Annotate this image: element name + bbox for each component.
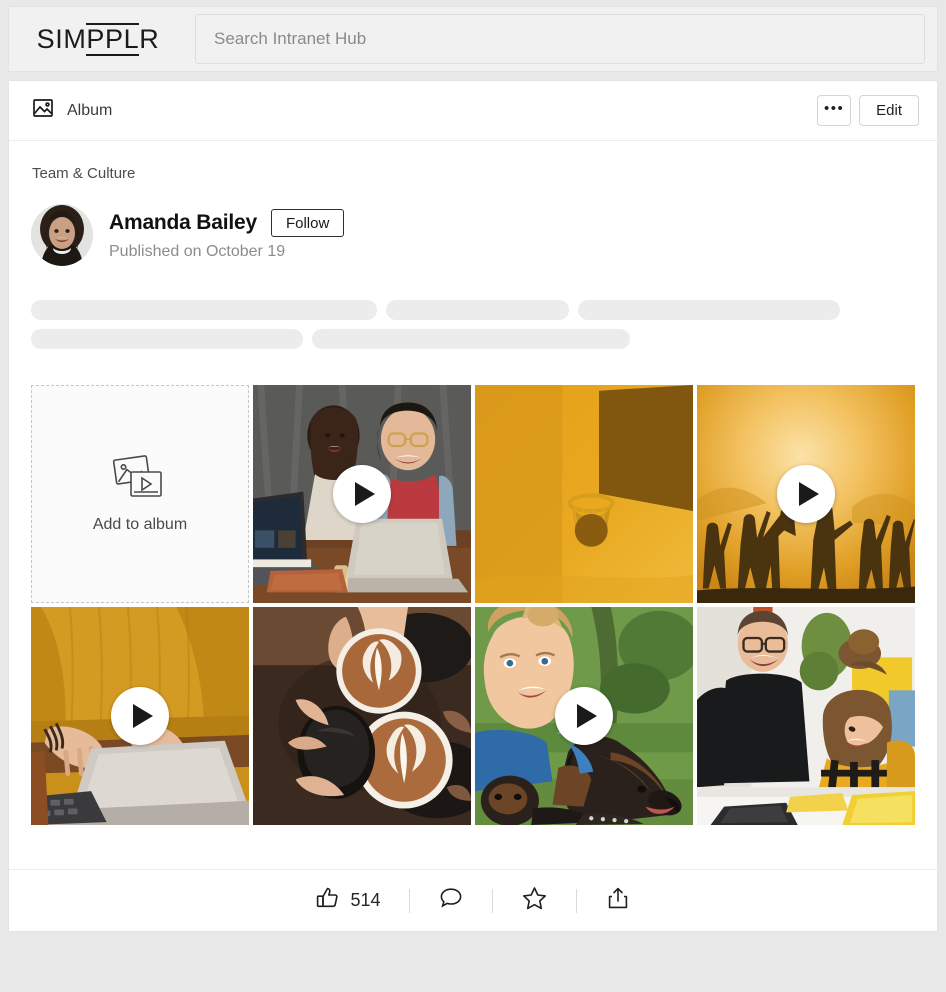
like-button[interactable]: 514	[287, 885, 408, 916]
more-options-button[interactable]: •••	[817, 95, 852, 126]
search-placeholder: Search Intranet Hub	[214, 29, 367, 48]
content-type: Album	[31, 96, 112, 125]
album-tile-dog[interactable]	[475, 607, 693, 825]
author-name-row: Amanda Bailey Follow	[109, 209, 345, 237]
play-icon[interactable]	[333, 465, 391, 523]
album-card: Album ••• Edit Team & Culture Amanda Bai…	[8, 80, 938, 932]
simpplr-logo[interactable]: SIM PPL R	[9, 7, 187, 71]
add-to-album-tile[interactable]: Add to album	[31, 385, 249, 603]
album-tile-office-pair[interactable]	[697, 607, 915, 825]
play-icon[interactable]	[111, 687, 169, 745]
published-date: Published on October 19	[109, 243, 286, 260]
comment-button[interactable]	[410, 885, 492, 916]
album-grid: Add to album	[31, 385, 915, 825]
album-card-header: Album ••• Edit	[9, 81, 937, 141]
skeleton-row	[31, 300, 915, 320]
skeleton-row	[31, 329, 915, 349]
author-name[interactable]: Amanda Bailey	[109, 211, 257, 235]
album-tile-image	[253, 607, 471, 825]
album-tile-typing[interactable]	[31, 607, 249, 825]
body-skeleton	[31, 300, 915, 349]
avatar[interactable]	[31, 204, 93, 266]
album-tile-image	[475, 385, 693, 603]
album-header-actions: ••• Edit	[817, 95, 919, 126]
author-row: Amanda Bailey Follow Published on Octobe…	[31, 204, 915, 266]
album-tile-image	[697, 607, 915, 825]
skeleton-bar	[31, 329, 303, 349]
favorite-button[interactable]	[493, 885, 576, 917]
play-icon[interactable]	[555, 687, 613, 745]
album-tile-laptop-pair[interactable]	[253, 385, 471, 603]
global-top-bar: SIM PPL R Search Intranet Hub	[8, 6, 938, 72]
comment-icon	[438, 885, 464, 916]
logo-prefix: SIM	[36, 23, 87, 54]
logo-suffix: R	[139, 23, 160, 54]
avatar-image	[31, 204, 93, 266]
share-icon	[605, 885, 631, 916]
album-tile-sunset-cheer[interactable]	[697, 385, 915, 603]
like-count: 514	[350, 890, 381, 910]
album-tile-coffee[interactable]	[253, 607, 471, 825]
skeleton-bar	[31, 300, 377, 320]
thumbs-up-icon	[315, 885, 341, 916]
album-card-body: Team & Culture Amanda Bailey Follow Publ…	[9, 141, 937, 825]
share-button[interactable]	[577, 885, 659, 916]
app-page: SIM PPL R Search Intranet Hub Album ••• E	[0, 0, 946, 992]
edit-button[interactable]: Edit	[859, 95, 919, 126]
breadcrumb[interactable]: Team & Culture	[32, 165, 915, 182]
play-icon[interactable]	[777, 465, 835, 523]
add-media-icon	[112, 454, 168, 502]
author-meta: Amanda Bailey Follow Published on Octobe…	[109, 209, 345, 261]
album-tile-basketball[interactable]	[475, 385, 693, 603]
follow-button[interactable]: Follow	[270, 209, 345, 237]
star-icon	[521, 885, 548, 917]
skeleton-bar	[578, 300, 840, 320]
logo-mark: PPL	[86, 22, 140, 56]
skeleton-bar	[312, 329, 630, 349]
content-type-label: Album	[67, 101, 113, 119]
post-actions-bar: 514	[9, 869, 937, 931]
logo-text: SIM PPL R	[36, 22, 160, 56]
skeleton-bar	[386, 300, 569, 320]
search-input[interactable]: Search Intranet Hub	[195, 14, 925, 64]
image-icon	[31, 96, 55, 125]
add-to-album-label: Add to album	[92, 516, 188, 533]
